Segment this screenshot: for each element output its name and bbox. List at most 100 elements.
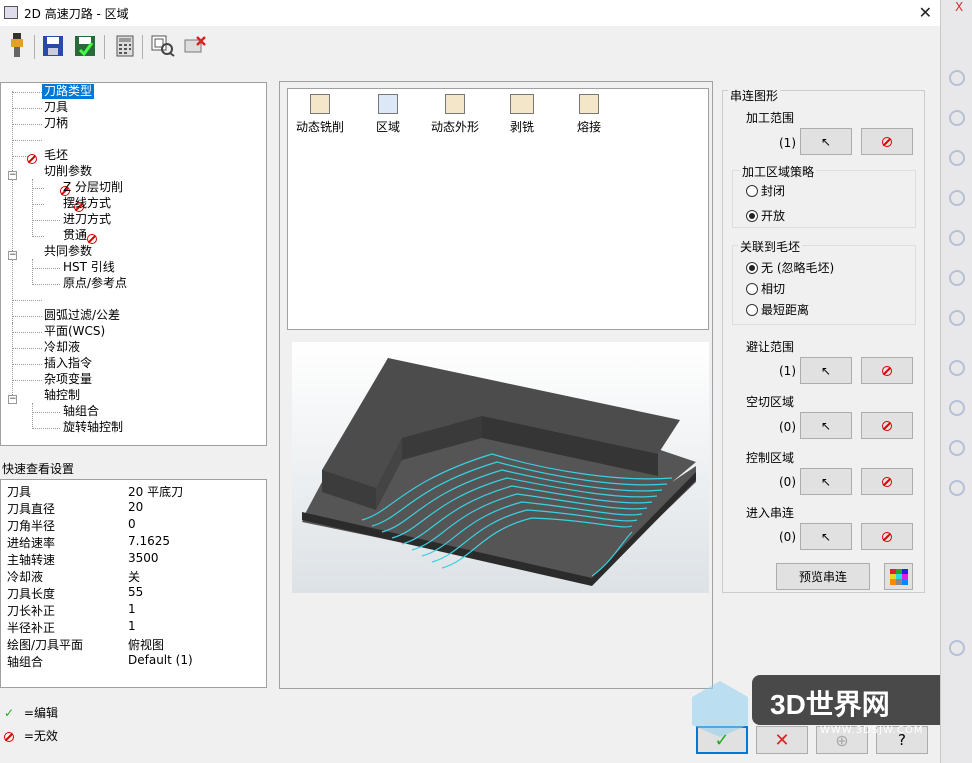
save-as-icon[interactable] — [72, 32, 98, 60]
strategy-open-option[interactable]: 开放 — [746, 207, 785, 224]
title-bar: 2D 高速刀路 - 区域 ✕ — [0, 0, 940, 26]
tree-item-depth-cuts[interactable]: Z 分层切削 — [63, 180, 123, 195]
stock-tangent-option[interactable]: 相切 — [746, 280, 785, 297]
tree-item-cut-params[interactable]: 切削参数 — [44, 164, 92, 179]
avoid-select-button[interactable]: ↖ — [800, 357, 852, 384]
preview-chain-button[interactable]: 预览串连 — [776, 563, 870, 590]
tree-item-hst-leads[interactable]: HST 引线 — [63, 260, 115, 275]
box-icon[interactable] — [949, 400, 965, 416]
entry-chain-select-button[interactable]: ↖ — [800, 523, 852, 550]
cursor-icon: ↖ — [820, 474, 832, 489]
tree-item-axis-control[interactable]: 轴控制 — [44, 388, 80, 403]
pen-icon[interactable] — [949, 480, 965, 496]
type-dynamic-contour[interactable]: 动态外形 — [425, 94, 485, 135]
line-icon[interactable] — [949, 110, 965, 126]
quick-value: 俯视图 — [128, 638, 165, 652]
tree-item-coolant[interactable]: 冷却液 — [44, 340, 80, 355]
spline-icon[interactable] — [949, 190, 965, 206]
tree-item-break-through[interactable]: 贯通 — [63, 228, 87, 243]
quick-key: 刀具 — [7, 485, 32, 499]
solid-icon[interactable] — [949, 230, 965, 246]
watermark-text: 3D世界网 — [770, 689, 890, 720]
dialog-window: 2D 高速刀路 - 区域 ✕ − − − 刀路类型 刀具 刀柄 毛坯 切削参数 … — [0, 0, 948, 763]
quick-key: 刀角半径 — [7, 519, 56, 533]
type-area[interactable]: 区域 — [358, 94, 418, 135]
tree-item-toolpath-type[interactable]: 刀路类型 — [42, 84, 95, 99]
dynamic-mill-icon — [310, 94, 330, 114]
type-label: 动态外形 — [430, 120, 479, 134]
tree-item-trochoidal[interactable]: 摆线方式 — [63, 196, 111, 211]
tree-item-planes[interactable]: 平面(WCS) — [44, 324, 105, 339]
stock-none-option[interactable]: 无 (忽略毛坯) — [746, 259, 834, 276]
air-region-clear-button[interactable] — [861, 412, 913, 439]
entry-chain-label: 进入串连 — [746, 506, 795, 520]
radio-icon — [746, 283, 758, 295]
watermark-logo: 3D世界网 WWW.3DSJW.COM — [690, 667, 950, 737]
entry-chain-clear-button[interactable] — [861, 523, 913, 550]
pen-icon[interactable] — [949, 310, 965, 326]
quick-view-title: 快速查看设置 — [2, 462, 75, 476]
cursor-icon: ↖ — [820, 418, 832, 433]
cube-icon[interactable] — [949, 440, 965, 456]
save-icon[interactable] — [40, 32, 66, 60]
cursor-icon: ↖ — [820, 529, 832, 544]
clear-icon — [882, 136, 892, 147]
control-region-clear-button[interactable] — [861, 468, 913, 495]
type-peel-mill[interactable]: 剥铣 — [492, 94, 552, 135]
machining-range-select-button[interactable]: ↖ — [800, 128, 852, 155]
calculator-icon[interactable] — [112, 32, 138, 60]
tree-item-holder[interactable]: 刀柄 — [44, 116, 68, 131]
quick-value: 7.1625 — [128, 534, 170, 548]
chain-group-title: 串连图形 — [728, 87, 781, 104]
stop-icon[interactable] — [949, 640, 965, 656]
avoid-clear-button[interactable] — [861, 357, 913, 384]
tree-item-canned-text[interactable]: 插入指令 — [44, 356, 92, 371]
machining-range-clear-button[interactable] — [861, 128, 913, 155]
dimension-icon[interactable] — [949, 270, 965, 286]
air-region-select-button[interactable]: ↖ — [800, 412, 852, 439]
type-blend[interactable]: 熔接 — [559, 94, 619, 135]
option-label: 无 (忽略毛坯) — [761, 261, 835, 275]
quick-key: 轴组合 — [7, 655, 44, 669]
air-region-count: (0) — [779, 420, 796, 434]
strategy-closed-option[interactable]: 封闭 — [746, 182, 785, 199]
blend-icon — [579, 94, 599, 114]
type-label: 熔接 — [576, 120, 601, 134]
quick-value: 关 — [128, 570, 141, 584]
control-region-select-button[interactable]: ↖ — [800, 468, 852, 495]
tree-item-stock[interactable]: 毛坯 — [44, 148, 68, 163]
quick-key: 绘图/刀具平面 — [7, 638, 84, 652]
type-dynamic-mill[interactable]: 动态铣削 — [290, 94, 350, 135]
air-region-label: 空切区域 — [746, 395, 795, 409]
entry-chain-count: (0) — [779, 530, 796, 544]
tool-icon[interactable] — [4, 32, 30, 60]
stock-shortest-option[interactable]: 最短距离 — [746, 301, 809, 318]
expand-toggle[interactable]: − — [8, 251, 17, 260]
tree-item-axis-combination[interactable]: 轴组合 — [63, 404, 99, 419]
tree-item-linking[interactable]: 共同参数 — [44, 244, 92, 259]
clear-icon — [882, 420, 892, 431]
tree-item-rotary-axis[interactable]: 旋转轴控制 — [63, 420, 123, 435]
peel-mill-icon — [510, 94, 534, 114]
close-button[interactable]: ✕ — [919, 3, 932, 22]
expand-toggle[interactable]: − — [8, 395, 17, 404]
tree-item-tool[interactable]: 刀具 — [44, 100, 68, 115]
tree-item-arc-filter[interactable]: 圆弧过滤/公差 — [44, 308, 120, 323]
invalid-icon — [4, 731, 14, 742]
tree-item-home[interactable]: 原点/参考点 — [63, 276, 127, 291]
quick-value: 1 — [128, 619, 136, 633]
plus-icon[interactable] — [949, 70, 965, 86]
pen-icon[interactable] — [949, 360, 965, 376]
delete-icon[interactable] — [182, 32, 208, 60]
quick-key: 刀长补正 — [7, 604, 56, 618]
expand-toggle[interactable]: − — [8, 171, 17, 180]
control-region-label: 控制区域 — [746, 451, 795, 465]
radio-icon — [746, 304, 758, 316]
cursor-icon: ↖ — [820, 363, 832, 378]
tree-item-misc-values[interactable]: 杂项变量 — [44, 372, 92, 387]
color-palette-button[interactable] — [884, 563, 913, 590]
toolpath-type-list: 动态铣削 区域 动态外形 剥铣 熔接 — [287, 88, 709, 330]
view-icon[interactable] — [150, 32, 176, 60]
tree-item-entry[interactable]: 进刀方式 — [63, 212, 111, 227]
circle-icon[interactable] — [949, 150, 965, 166]
